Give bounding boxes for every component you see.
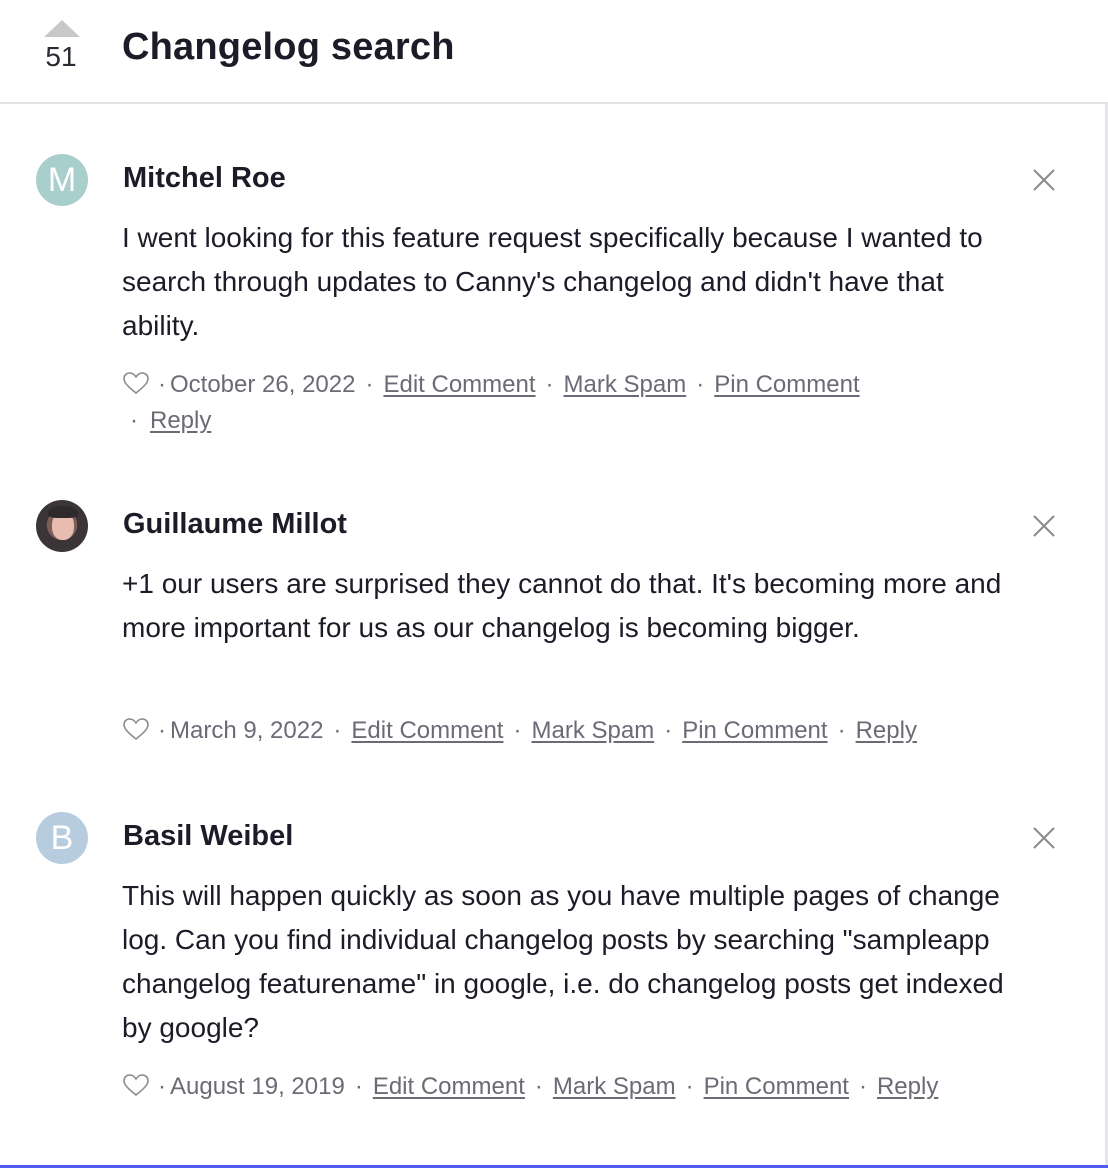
- post-title: Changelog search: [122, 26, 455, 68]
- pin-comment-link[interactable]: Pin Comment: [714, 371, 859, 398]
- reply-link[interactable]: Reply: [150, 407, 211, 434]
- avatar[interactable]: [36, 500, 88, 552]
- edit-comment-link[interactable]: Edit Comment: [383, 371, 535, 398]
- heart-icon[interactable]: [122, 371, 150, 395]
- separator: ·: [158, 371, 166, 398]
- mark-spam-link[interactable]: Mark Spam: [531, 717, 654, 744]
- comment-date: August 19, 2019: [170, 1073, 345, 1100]
- separator: ·: [534, 1073, 543, 1100]
- comment-body: +1 our users are surprised they cannot d…: [122, 568, 1002, 643]
- comment-author[interactable]: Basil Weibel: [123, 820, 293, 853]
- comment-body: This will happen quickly as soon as you …: [122, 880, 1004, 1043]
- separator: ·: [685, 1073, 694, 1100]
- heart-icon[interactable]: [122, 717, 150, 741]
- separator: ·: [664, 717, 673, 744]
- avatar-initial: M: [47, 161, 77, 199]
- separator: ·: [858, 1073, 867, 1100]
- comment-date: March 9, 2022: [170, 717, 324, 744]
- pin-comment-link[interactable]: Pin Comment: [704, 1073, 849, 1100]
- separator: ·: [837, 717, 846, 744]
- mark-spam-link[interactable]: Mark Spam: [553, 1073, 676, 1100]
- separator: ·: [354, 1073, 363, 1100]
- close-icon[interactable]: [1031, 513, 1057, 539]
- comments-panel: M Mitchel Roe I went looking for this fe…: [0, 104, 1108, 1168]
- edit-comment-link[interactable]: Edit Comment: [351, 717, 503, 744]
- separator: ·: [158, 1073, 166, 1100]
- comment-body: I went looking for this feature request …: [122, 222, 983, 341]
- separator: ·: [130, 407, 138, 434]
- separator: ·: [513, 717, 522, 744]
- close-icon[interactable]: [1031, 825, 1057, 851]
- avatar-hair: [48, 506, 78, 518]
- pin-comment-link[interactable]: Pin Comment: [682, 717, 827, 744]
- edit-comment-link[interactable]: Edit Comment: [373, 1073, 525, 1100]
- comment-meta: · October 26, 2022 · Edit Comment · Mark Spam…: [122, 368, 860, 402]
- reply-link[interactable]: Reply: [877, 1073, 938, 1100]
- vote-widget[interactable]: 51: [42, 20, 82, 73]
- separator: ·: [365, 371, 374, 398]
- separator: ·: [333, 717, 342, 744]
- avatar[interactable]: B: [36, 812, 88, 864]
- comment-author[interactable]: Mitchel Roe: [123, 162, 286, 195]
- mark-spam-link[interactable]: Mark Spam: [564, 371, 687, 398]
- close-icon[interactable]: [1031, 167, 1057, 193]
- comment-date: October 26, 2022: [170, 371, 356, 398]
- comment-meta-wrap: · Reply: [130, 404, 211, 438]
- comment-meta: · March 9, 2022 · Edit Comment · Mark Spam · Pi…: [122, 714, 917, 748]
- post-header: 51 Changelog search: [0, 0, 1108, 104]
- reply-link[interactable]: Reply: [856, 717, 917, 744]
- avatar[interactable]: M: [36, 154, 88, 206]
- heart-icon[interactable]: [122, 1073, 150, 1097]
- separator: ·: [696, 371, 705, 398]
- comment-meta: · August 19, 2019 · Edit Comment · Mark Spam ·…: [122, 1070, 938, 1104]
- avatar-initial: B: [50, 819, 74, 857]
- separator: ·: [545, 371, 554, 398]
- comment-author[interactable]: Guillaume Millot: [123, 508, 347, 541]
- upvote-arrow-icon[interactable]: [44, 20, 80, 37]
- separator: ·: [158, 717, 166, 744]
- vote-count: 51: [45, 41, 77, 72]
